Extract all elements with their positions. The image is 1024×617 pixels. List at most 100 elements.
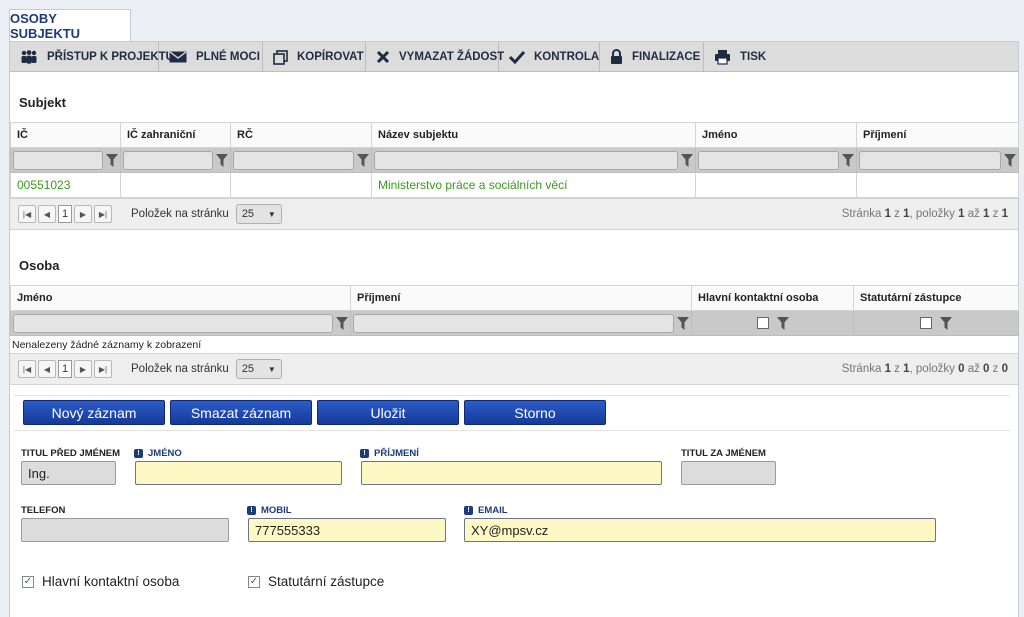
toolbar-plne-moci-button[interactable]: PLNÉ MOCI bbox=[159, 42, 263, 72]
toolbar-kopirovat-button[interactable]: KOPÍROVAT bbox=[263, 42, 366, 72]
filter-icon[interactable] bbox=[776, 316, 789, 330]
filter-input[interactable] bbox=[233, 150, 354, 170]
titul-za-field[interactable] bbox=[681, 461, 776, 485]
new-record-button[interactable]: Nový záznam bbox=[23, 400, 165, 425]
filter-icon[interactable] bbox=[106, 153, 118, 167]
toolbar-tisk-button[interactable]: TISK bbox=[704, 42, 774, 72]
toolbar-kontrola-button[interactable]: KONTROLA bbox=[499, 42, 600, 72]
filter-row bbox=[10, 310, 1019, 336]
checkmark-icon: ✓ bbox=[248, 575, 260, 588]
email-field[interactable]: XY@mpsv.cz bbox=[464, 518, 936, 542]
last-page-button[interactable]: ▶| bbox=[94, 205, 112, 223]
toolbar: PŘÍSTUP K PROJEKTU PLNÉ MOCI KOPÍROVAT V… bbox=[10, 42, 1018, 72]
column-header[interactable]: Hlavní kontaktní osoba bbox=[691, 285, 854, 311]
current-page[interactable]: 1 bbox=[58, 360, 72, 378]
table-cell bbox=[230, 172, 372, 198]
printer-icon bbox=[715, 50, 730, 65]
table-cell bbox=[120, 172, 231, 198]
filter-icon[interactable] bbox=[336, 316, 348, 330]
column-header[interactable]: Jméno bbox=[695, 122, 857, 148]
delete-record-button[interactable]: Smazat záznam bbox=[170, 400, 312, 425]
jmeno-field[interactable] bbox=[135, 461, 342, 485]
email-label: ! EMAIL bbox=[464, 505, 508, 516]
toolbar-label: VYMAZAT ŽÁDOST bbox=[399, 51, 505, 63]
table-row[interactable]: 00551023 Ministerstvo práce a sociálních… bbox=[10, 172, 1019, 198]
mobil-field[interactable]: 777555333 bbox=[248, 518, 446, 542]
first-page-button[interactable]: |◀ bbox=[18, 205, 36, 223]
filter-input[interactable] bbox=[698, 150, 839, 170]
subjekt-table: IČ IČ zahraniční RČ Název subjektu Jméno… bbox=[10, 122, 1019, 198]
filter-icon[interactable] bbox=[1004, 153, 1016, 167]
page-size-select[interactable]: 25 ▼ bbox=[235, 204, 282, 224]
statutarni-zastupce-checkbox[interactable]: ✓ Statutární zástupce bbox=[248, 574, 384, 589]
column-header[interactable]: Jméno bbox=[10, 285, 351, 311]
current-page[interactable]: 1 bbox=[58, 205, 72, 223]
prijmeni-field[interactable] bbox=[361, 461, 662, 485]
filter-input[interactable] bbox=[353, 313, 674, 333]
next-page-button[interactable]: ▶ bbox=[74, 205, 92, 223]
table-header-row: IČ IČ zahraniční RČ Název subjektu Jméno… bbox=[10, 122, 1019, 148]
tab-osoby-subjektu[interactable]: OSOBY SUBJEKTU bbox=[9, 9, 131, 42]
filter-icon[interactable] bbox=[357, 153, 369, 167]
divider bbox=[14, 395, 1010, 396]
chevron-down-icon: ▼ bbox=[267, 364, 276, 374]
copy-icon bbox=[273, 49, 288, 65]
filter-checkbox[interactable] bbox=[756, 317, 769, 329]
next-page-button[interactable]: ▶ bbox=[74, 360, 92, 378]
toolbar-vymazat-button[interactable]: VYMAZAT ŽÁDOST bbox=[366, 42, 504, 72]
filter-checkbox[interactable] bbox=[920, 317, 932, 329]
filter-icon[interactable] bbox=[842, 153, 854, 167]
table-cell: 00551023 bbox=[10, 172, 121, 198]
last-page-button[interactable]: ▶| bbox=[94, 360, 112, 378]
page-size-select[interactable]: 25 ▼ bbox=[235, 359, 282, 379]
people-icon bbox=[21, 50, 37, 64]
save-button[interactable]: Uložit bbox=[317, 400, 459, 425]
filter-icon[interactable] bbox=[681, 153, 693, 167]
filter-icon[interactable] bbox=[940, 316, 952, 330]
prev-page-button[interactable]: ◀ bbox=[38, 205, 56, 223]
jmeno-label: ! JMÉNO bbox=[134, 448, 182, 459]
cancel-button[interactable]: Storno bbox=[464, 400, 606, 425]
column-header[interactable]: Statutární zástupce bbox=[853, 285, 1019, 311]
toolbar-label: PŘÍSTUP K PROJEKTU bbox=[47, 51, 174, 63]
column-header[interactable]: Název subjektu bbox=[371, 122, 696, 148]
column-header[interactable]: IČ zahraniční bbox=[120, 122, 231, 148]
filter-input[interactable] bbox=[374, 150, 678, 170]
telefon-field[interactable] bbox=[21, 518, 229, 542]
filter-icon[interactable] bbox=[216, 153, 228, 167]
required-icon: ! bbox=[247, 506, 256, 515]
column-header[interactable]: IČ bbox=[10, 122, 121, 148]
divider bbox=[14, 430, 1010, 431]
titul-pred-field[interactable]: Ing. bbox=[21, 461, 116, 485]
column-header[interactable]: Příjmení bbox=[856, 122, 1019, 148]
toolbar-finalizace-button[interactable]: FINALIZACE bbox=[600, 42, 704, 72]
hlavni-kontaktni-checkbox[interactable]: ✓ Hlavní kontaktní osoba bbox=[22, 574, 179, 589]
delete-icon bbox=[376, 50, 390, 64]
filter-input[interactable] bbox=[859, 150, 1001, 170]
page-size-value: 25 bbox=[241, 363, 255, 375]
filter-icon[interactable] bbox=[677, 316, 689, 330]
required-icon: ! bbox=[134, 449, 143, 458]
osoba-section-title: Osoba bbox=[19, 258, 60, 273]
toolbar-pristup-button[interactable]: PŘÍSTUP K PROJEKTU bbox=[10, 42, 174, 72]
lock-icon bbox=[611, 49, 622, 64]
checkbox-label: Hlavní kontaktní osoba bbox=[42, 574, 180, 589]
empty-message: Nenalezeny žádné záznamy k zobrazení bbox=[12, 339, 202, 351]
column-header[interactable]: RČ bbox=[230, 122, 372, 148]
filter-input[interactable] bbox=[123, 150, 213, 170]
envelope-icon bbox=[169, 51, 187, 63]
checkbox-label: Statutární zástupce bbox=[268, 574, 385, 589]
first-page-button[interactable]: |◀ bbox=[18, 360, 36, 378]
table-cell: Ministerstvo práce a sociálních věcí bbox=[371, 172, 696, 198]
page-size-label: Položek na stránku bbox=[131, 208, 229, 220]
prev-page-button[interactable]: ◀ bbox=[38, 360, 56, 378]
filter-input[interactable] bbox=[13, 313, 333, 333]
telefon-label: TELEFON bbox=[21, 505, 66, 516]
filter-input[interactable] bbox=[13, 150, 103, 170]
pager-info: Stránka 1 z 1, položky 0 až 0 z 0 bbox=[841, 363, 1008, 375]
table-header-row: Jméno Příjmení Hlavní kontaktní osoba St… bbox=[10, 285, 1019, 311]
column-header[interactable]: Příjmení bbox=[350, 285, 692, 311]
titul-za-label: TITUL ZA JMÉNEM bbox=[681, 448, 766, 459]
table-cell bbox=[856, 172, 1019, 198]
filter-row bbox=[10, 147, 1019, 173]
